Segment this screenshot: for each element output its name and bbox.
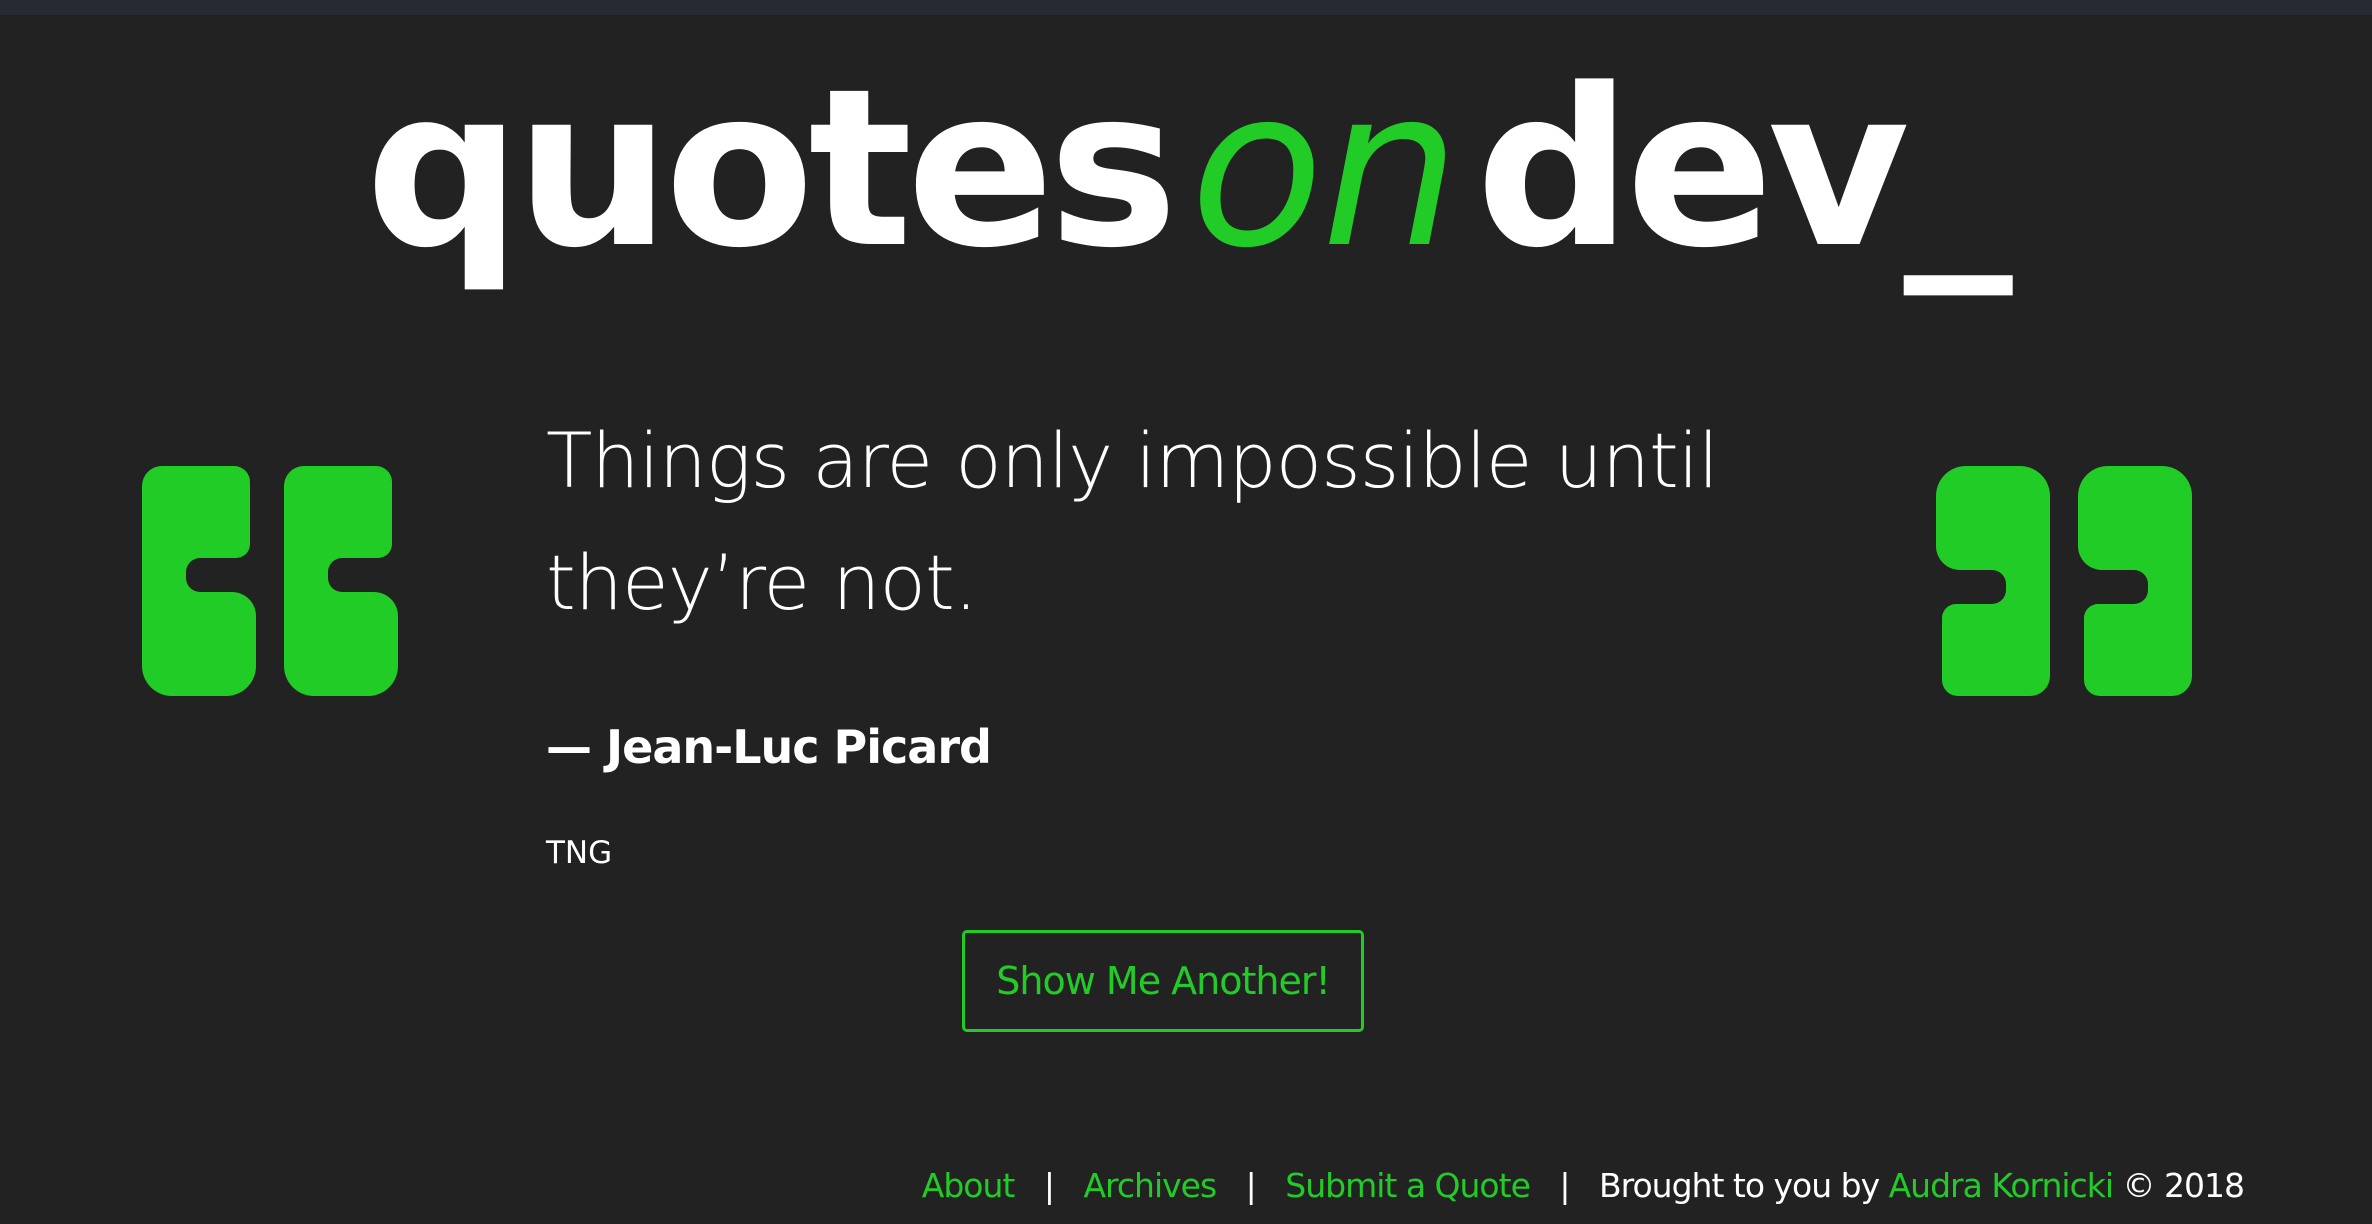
- quote-text: Things are only impossible until they’re…: [546, 416, 1719, 627]
- site-footer: About | Archives | Submit a Quote | Brou…: [922, 1166, 2245, 1205]
- logo-word-quotes: quotes: [365, 43, 1178, 296]
- footer-credit-text: Brought to you by: [1599, 1166, 1880, 1205]
- quote-author: — Jean-Luc Picard: [546, 720, 992, 774]
- footer-link-archives[interactable]: Archives: [1083, 1166, 1217, 1205]
- quote-source: TNG: [546, 835, 613, 871]
- footer-separator: |: [1245, 1166, 1257, 1205]
- logo-word-dev: dev_: [1475, 43, 2013, 296]
- show-another-button[interactable]: Show Me Another!: [962, 930, 1364, 1032]
- footer-link-about[interactable]: About: [922, 1166, 1016, 1205]
- footer-separator: |: [1559, 1166, 1570, 1205]
- footer-link-submit-quote[interactable]: Submit a Quote: [1285, 1166, 1531, 1205]
- footer-copyright: © 2018: [2122, 1166, 2245, 1205]
- footer-separator: |: [1043, 1166, 1055, 1205]
- site-logo[interactable]: quotesondev_: [0, 30, 2372, 310]
- quote-close-icon: [1936, 466, 2192, 696]
- logo-word-on: on: [1190, 43, 1460, 296]
- footer-link-author[interactable]: Audra Kornicki: [1889, 1166, 2114, 1205]
- top-bar: [0, 0, 2372, 15]
- quote-open-icon: [142, 466, 398, 696]
